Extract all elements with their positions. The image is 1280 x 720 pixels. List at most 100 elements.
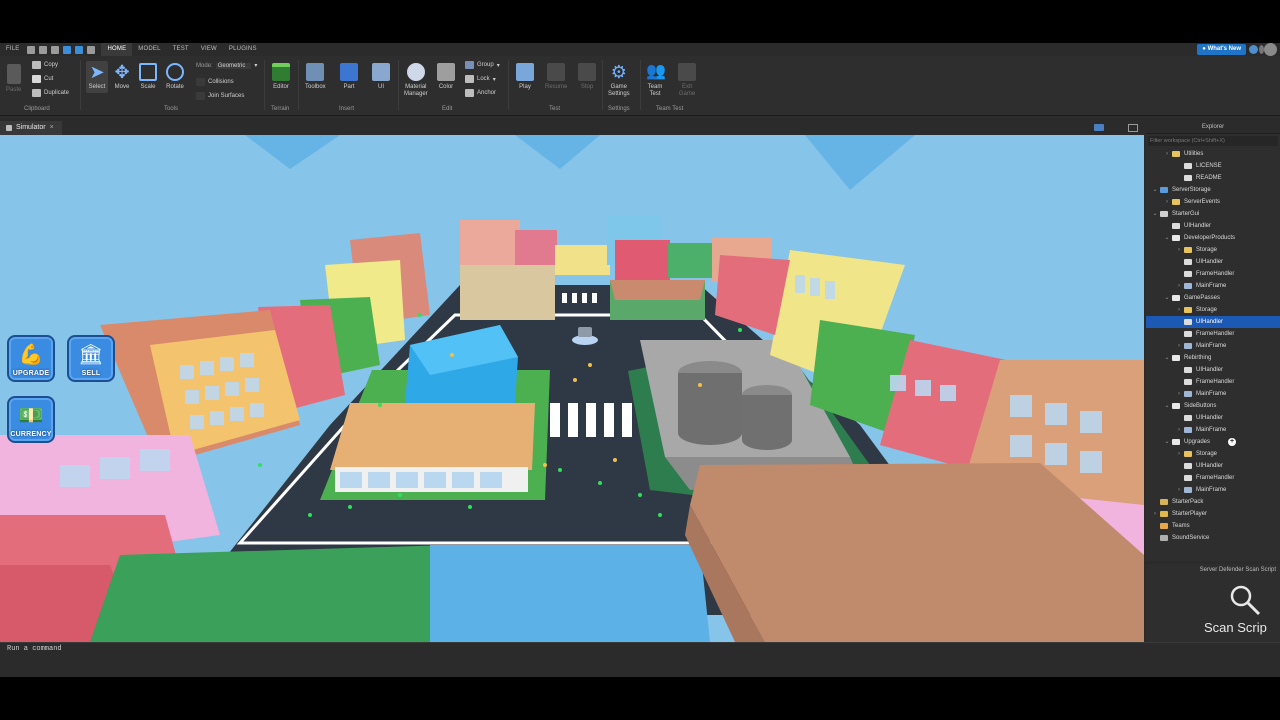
tab-test[interactable]: TEST <box>167 43 195 56</box>
chevron-down-icon[interactable]: ⌄ <box>1164 400 1170 412</box>
chevron-right-icon[interactable]: › <box>1176 448 1182 460</box>
ui-button[interactable]: UI <box>372 63 390 91</box>
tab-view[interactable]: VIEW <box>195 43 223 56</box>
explorer-item[interactable]: › Storage <box>1146 304 1280 316</box>
collisions-toggle[interactable]: Collisions <box>196 78 234 86</box>
explorer-item[interactable]: › Storage <box>1146 244 1280 256</box>
explorer-item[interactable]: UIHandler <box>1146 460 1280 472</box>
chevron-right-icon[interactable]: › <box>1164 196 1170 208</box>
explorer-item[interactable]: FrameHandler <box>1146 328 1280 340</box>
whats-new-button[interactable]: ● What's New <box>1197 44 1246 55</box>
new-file-icon[interactable] <box>27 45 36 54</box>
magnifier-icon[interactable] <box>1228 584 1262 616</box>
file-menu[interactable]: FILE <box>0 43 25 56</box>
chevron-down-icon[interactable]: ⌄ <box>1152 208 1158 220</box>
explorer-item[interactable]: FrameHandler <box>1146 472 1280 484</box>
explorer-item[interactable]: › MainFrame <box>1146 484 1280 496</box>
chevron-right-icon[interactable]: › <box>1176 280 1182 292</box>
game-settings-button[interactable]: ⚙ Game Settings <box>608 63 630 98</box>
explorer-item[interactable]: SoundService <box>1146 532 1280 544</box>
duplicate-button[interactable]: Duplicate <box>32 89 69 97</box>
terrain-editor-button[interactable]: Editor <box>272 63 290 91</box>
cut-button[interactable]: Cut <box>32 75 53 83</box>
tab-home[interactable]: HOME <box>101 43 133 56</box>
upgrade-button[interactable]: 💪 UPGRADE <box>7 335 55 382</box>
anchor-button[interactable]: Anchor <box>465 89 496 97</box>
explorer-item[interactable]: › MainFrame <box>1146 388 1280 400</box>
tab-model[interactable]: MODEL <box>132 43 166 56</box>
copy-button[interactable]: Copy <box>32 61 58 69</box>
gamepad-icon[interactable] <box>75 45 84 54</box>
chevron-down-icon[interactable]: ⌄ <box>1164 232 1170 244</box>
group-button[interactable]: Group ▾ <box>465 61 500 69</box>
maximize-icon[interactable] <box>1128 124 1138 132</box>
play-button[interactable]: Play <box>516 63 534 91</box>
sell-button[interactable]: 🏛 SELL <box>67 335 115 382</box>
publish-icon[interactable] <box>63 45 72 54</box>
move-tool-button[interactable]: ✥ Move <box>113 63 131 91</box>
explorer-item[interactable]: › Utilities <box>1146 148 1280 160</box>
explorer-filter-input[interactable]: Filter workspace (Ctrl+Shift+X) <box>1148 136 1278 146</box>
command-bar-input[interactable]: Run a command <box>0 642 1280 654</box>
exit-game-button[interactable]: Exit Game <box>678 63 696 98</box>
help-icon[interactable] <box>1249 45 1258 54</box>
mode-select[interactable]: Mode: Geometric ▾ <box>196 62 257 69</box>
join-surfaces-toggle[interactable]: Join Surfaces <box>196 92 244 100</box>
tab-plugins[interactable]: PLUGINS <box>223 43 263 56</box>
chevron-right-icon[interactable]: › <box>1176 244 1182 256</box>
chevron-right-icon[interactable]: › <box>1176 484 1182 496</box>
chevron-right-icon[interactable]: › <box>1176 388 1182 400</box>
explorer-item[interactable]: ⌄ Rebirthing <box>1146 352 1280 364</box>
scan-script-button-label[interactable]: Scan Scrip <box>1204 620 1267 635</box>
explorer-item[interactable]: › ServerEvents <box>1146 196 1280 208</box>
redo-icon[interactable] <box>51 45 60 54</box>
explorer-item[interactable]: › StarterPlayer <box>1146 508 1280 520</box>
lock-button[interactable]: Lock ▾ <box>465 75 496 83</box>
currency-button[interactable]: 💵 CURRENCY <box>7 396 55 443</box>
chevron-right-icon[interactable]: › <box>1176 424 1182 436</box>
chevron-down-icon[interactable]: ⌄ <box>1152 184 1158 196</box>
chevron-right-icon[interactable]: › <box>1152 508 1158 520</box>
dropdown-icon[interactable] <box>87 45 96 54</box>
chevron-right-icon[interactable]: › <box>1176 340 1182 352</box>
explorer-item[interactable]: FrameHandler <box>1146 268 1280 280</box>
material-manager-button[interactable]: Material Manager <box>404 63 428 98</box>
explorer-item[interactable]: UIHandler <box>1146 316 1280 328</box>
explorer-item[interactable]: › MainFrame <box>1146 424 1280 436</box>
chevron-down-icon[interactable]: ⌄ <box>1164 352 1170 364</box>
part-button[interactable]: Part <box>340 63 358 91</box>
explorer-item[interactable]: ⌄ DeveloperProducts <box>1146 232 1280 244</box>
explorer-item[interactable]: UIHandler <box>1146 256 1280 268</box>
explorer-item[interactable]: UIHandler <box>1146 412 1280 424</box>
explorer-item[interactable]: ⌄ Upgrades + <box>1146 436 1280 448</box>
color-button[interactable]: Color <box>437 63 455 91</box>
undo-icon[interactable] <box>39 45 48 54</box>
chevron-down-icon[interactable]: ⌄ <box>1164 292 1170 304</box>
ui-visibility-icon[interactable] <box>1094 124 1104 131</box>
explorer-item[interactable]: Teams <box>1146 520 1280 532</box>
select-tool-button[interactable]: ➤ Select <box>86 61 108 93</box>
explorer-item[interactable]: LICENSE <box>1146 160 1280 172</box>
explorer-item[interactable]: ⌄ StarterGui <box>1146 208 1280 220</box>
explorer-item[interactable]: StarterPack <box>1146 496 1280 508</box>
add-object-icon[interactable]: + <box>1228 438 1236 446</box>
explorer-item[interactable]: UIHandler <box>1146 220 1280 232</box>
explorer-item[interactable]: UIHandler <box>1146 364 1280 376</box>
tab-simulator[interactable]: Simulator × <box>0 121 62 135</box>
explorer-item[interactable]: FrameHandler <box>1146 376 1280 388</box>
close-icon[interactable]: × <box>50 121 54 135</box>
paste-button[interactable]: Paste <box>6 64 21 94</box>
stop-button[interactable]: Stop <box>578 63 596 91</box>
explorer-item[interactable]: ⌄ ServerStorage <box>1146 184 1280 196</box>
user-avatar[interactable] <box>1264 43 1277 56</box>
toolbox-button[interactable]: Toolbox <box>305 63 326 91</box>
scale-tool-button[interactable]: Scale <box>139 63 157 91</box>
rotate-tool-button[interactable]: Rotate <box>166 63 184 91</box>
explorer-item[interactable]: ⌄ GamePasses <box>1146 292 1280 304</box>
explorer-item[interactable]: › Storage <box>1146 448 1280 460</box>
explorer-item[interactable]: ⌄ SideButtons <box>1146 400 1280 412</box>
chevron-down-icon[interactable]: ⌄ <box>1164 436 1170 448</box>
explorer-item[interactable]: › MainFrame <box>1146 280 1280 292</box>
chevron-right-icon[interactable]: › <box>1164 148 1170 160</box>
explorer-item[interactable]: README <box>1146 172 1280 184</box>
